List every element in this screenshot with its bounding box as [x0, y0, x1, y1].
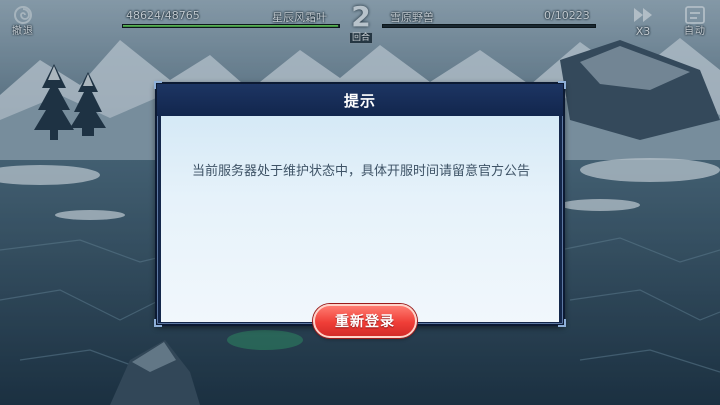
- dialog-corner-ornament: [558, 319, 566, 327]
- notice-dialog: 提示 当前服务器处于维护状态中，具体开服时间请留意官方公告 重新登录: [154, 81, 566, 338]
- dialog-body: 当前服务器处于维护状态中，具体开服时间请留意官方公告 重新登录: [161, 116, 559, 338]
- dialog-title: 提示: [343, 91, 376, 110]
- relogin-button-label: 重新登录: [335, 314, 395, 330]
- dialog-header: 提示: [157, 84, 563, 116]
- relogin-button[interactable]: 重新登录: [313, 304, 417, 338]
- dialog-message: 当前服务器处于维护状态中，具体开服时间请留意官方公告: [191, 164, 530, 179]
